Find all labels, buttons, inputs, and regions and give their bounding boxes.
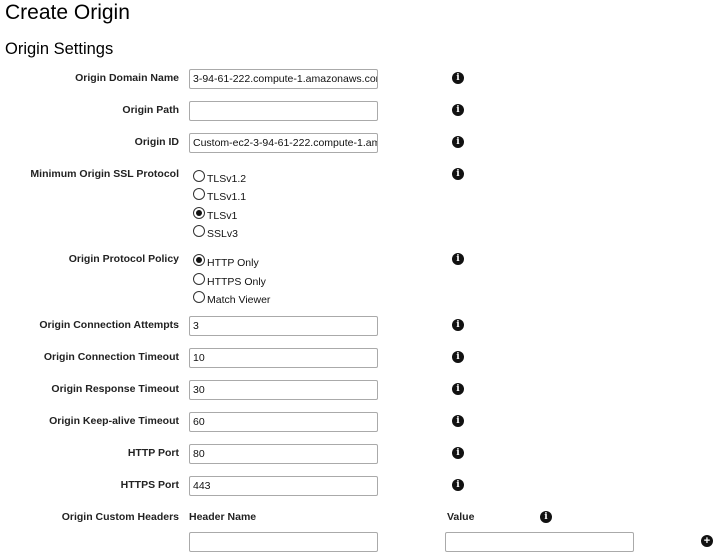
custom-headers-label: Origin Custom Headers	[61, 511, 179, 523]
radio-label: Match Viewer	[207, 293, 271, 306]
ssl-protocol-label: Minimum Origin SSL Protocol	[30, 168, 179, 180]
protocol-policy-label: Origin Protocol Policy	[68, 253, 179, 265]
add-header-icon[interactable]: +	[701, 535, 713, 547]
radio-label: TLSv1.2	[207, 172, 247, 185]
info-icon[interactable]: i	[452, 319, 464, 331]
info-icon[interactable]: i	[452, 447, 464, 459]
info-icon[interactable]: i	[452, 479, 464, 491]
radio-tlsv1-1[interactable]: TLSv1.1	[193, 186, 247, 203]
info-icon[interactable]: i	[452, 168, 464, 180]
origin-id-input[interactable]: Custom-ec2-3-94-61-222.compute-1.amazona…	[189, 133, 378, 153]
response-timeout-label: Origin Response Timeout	[51, 383, 179, 395]
radio-match-viewer[interactable]: Match Viewer	[193, 289, 271, 306]
header-name-input[interactable]	[189, 532, 378, 552]
info-icon[interactable]: i	[452, 136, 464, 148]
info-icon[interactable]: i	[452, 253, 464, 265]
info-icon[interactable]: i	[540, 511, 552, 523]
https-port-label: HTTPS Port	[120, 479, 179, 491]
radio-button[interactable]	[193, 291, 205, 303]
http-port-input[interactable]: 80	[189, 444, 378, 464]
radio-button[interactable]	[193, 273, 205, 285]
connection-attempts-input[interactable]: 3	[189, 316, 378, 336]
header-value-input[interactable]	[445, 532, 634, 552]
radio-label: TLSv1.1	[207, 190, 247, 203]
http-port-label: HTTP Port	[127, 447, 179, 459]
keepalive-timeout-label: Origin Keep-alive Timeout	[49, 415, 179, 427]
radio-sslv3[interactable]: SSLv3	[193, 223, 238, 240]
connection-attempts-label: Origin Connection Attempts	[39, 319, 179, 331]
info-icon[interactable]: i	[452, 415, 464, 427]
radio-label: HTTP Only	[207, 256, 259, 269]
radio-button[interactable]	[193, 188, 205, 200]
origin-path-input[interactable]	[189, 101, 378, 121]
origin-id-label: Origin ID	[134, 136, 179, 148]
info-icon[interactable]: i	[452, 72, 464, 84]
info-icon[interactable]: i	[452, 351, 464, 363]
header-name-column-label: Header Name	[189, 511, 257, 523]
response-timeout-input[interactable]: 30	[189, 380, 378, 400]
connection-timeout-input[interactable]: 10	[189, 348, 378, 368]
radio-tlsv1-2[interactable]: TLSv1.2	[193, 168, 247, 185]
radio-label: TLSv1	[207, 209, 238, 222]
radio-http-only[interactable]: HTTP Only	[193, 252, 259, 269]
origin-path-label: Origin Path	[122, 104, 179, 116]
connection-timeout-label: Origin Connection Timeout	[43, 351, 179, 363]
origin-domain-name-input[interactable]: 3-94-61-222.compute-1.amazonaws.com	[189, 69, 378, 89]
info-icon[interactable]: i	[452, 383, 464, 395]
radio-button[interactable]	[193, 170, 205, 182]
radio-button[interactable]	[193, 225, 205, 237]
https-port-input[interactable]: 443	[189, 476, 378, 496]
value-column-label: Value	[447, 511, 475, 523]
radio-label: SSLv3	[207, 227, 238, 240]
radio-tlsv1[interactable]: TLSv1	[193, 205, 238, 222]
radio-button-selected[interactable]	[193, 254, 205, 266]
keepalive-timeout-input[interactable]: 60	[189, 412, 378, 432]
section-title: Origin Settings	[5, 40, 114, 58]
radio-label: HTTPS Only	[207, 275, 266, 288]
radio-button-selected[interactable]	[193, 207, 205, 219]
info-icon[interactable]: i	[452, 104, 464, 116]
origin-domain-name-label: Origin Domain Name	[75, 72, 179, 84]
page-title: Create Origin	[5, 1, 130, 24]
radio-https-only[interactable]: HTTPS Only	[193, 271, 266, 288]
